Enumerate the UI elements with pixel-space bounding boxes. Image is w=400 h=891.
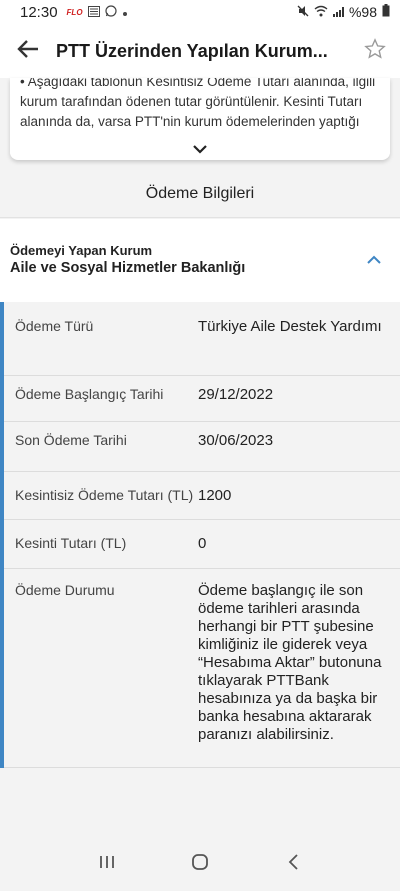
star-outline-icon xyxy=(364,37,386,65)
detail-row-kesinti-tutari: Kesinti Tutarı (TL) 0 xyxy=(4,520,400,569)
detail-row-odeme-turu: Ödeme Türü Türkiye Aile Destek Yardımı xyxy=(4,302,400,376)
arrow-left-icon xyxy=(17,39,39,63)
detail-row-son-odeme-tarihi: Son Ödeme Tarihi 30/06/2023 xyxy=(4,422,400,472)
detail-label: Kesinti Tutarı (TL) xyxy=(15,535,127,551)
back-button[interactable] xyxy=(0,24,56,78)
news-icon xyxy=(87,4,100,20)
dot-icon xyxy=(122,4,128,20)
favorite-button[interactable] xyxy=(362,37,388,65)
system-back-button[interactable] xyxy=(278,850,308,880)
payer-value: Aile ve Sosyal Hizmetler Bakanlığı xyxy=(10,260,246,276)
whatsapp-icon xyxy=(104,4,117,20)
payer-panel[interactable]: Ödemeyi Yapan Kurum Aile ve Sosyal Hizme… xyxy=(0,219,400,302)
flo-app-icon: FLO xyxy=(66,7,83,17)
signal-icon xyxy=(332,7,344,17)
detail-row-odeme-durumu: Ödeme Durumu Ödeme başlangıç ile son öde… xyxy=(4,569,400,768)
detail-row-baslangic-tarihi: Ödeme Başlangıç Tarihi 29/12/2022 xyxy=(4,376,400,422)
battery-text: %98 xyxy=(348,4,377,20)
battery-icon xyxy=(382,4,390,20)
detail-value: Ödeme başlangıç ile son ödeme tarihleri … xyxy=(198,582,382,743)
wifi-icon xyxy=(314,5,328,20)
detail-value: Türkiye Aile Destek Yardımı xyxy=(198,318,382,335)
expand-info-button[interactable] xyxy=(10,142,390,158)
home-button[interactable] xyxy=(185,850,215,880)
payer-label: Ödemeyi Yapan Kurum xyxy=(10,243,153,258)
chevron-up-icon xyxy=(367,251,381,269)
detail-value: 29/12/2022 xyxy=(198,386,274,403)
detail-label: Ödeme Durumu xyxy=(15,582,115,598)
detail-label: Kesintisiz Ödeme Tutarı (TL) xyxy=(15,487,194,503)
status-time: 12:30 xyxy=(20,3,58,21)
detail-row-kesintisiz-tutar: Kesintisiz Ödeme Tutarı (TL) 1200 xyxy=(4,472,400,520)
status-bar: 12:30 FLO %98 xyxy=(0,0,400,24)
system-nav-bar xyxy=(0,838,400,891)
detail-value: 30/06/2023 xyxy=(198,432,274,449)
detail-label: Ödeme Başlangıç Tarihi xyxy=(15,386,164,402)
detail-value: 1200 xyxy=(198,487,232,504)
detail-value: 0 xyxy=(198,535,207,552)
recent-apps-icon xyxy=(99,854,115,875)
info-text: • Aşağıdaki tablonun Kesintisiz Ödeme Tu… xyxy=(20,78,376,136)
info-card: • Aşağıdaki tablonun Kesintisiz Ödeme Tu… xyxy=(10,78,390,160)
back-icon xyxy=(287,853,299,876)
section-title: Ödeme Bilgileri xyxy=(0,170,400,218)
home-icon xyxy=(191,853,209,876)
page-title: PTT Üzerinden Yapılan Kurum... xyxy=(56,40,328,61)
detail-label: Ödeme Türü xyxy=(15,318,94,334)
payment-details: Ödeme Türü Türkiye Aile Destek Yardımı Ö… xyxy=(0,302,400,768)
chevron-down-icon xyxy=(193,141,207,159)
app-header: PTT Üzerinden Yapılan Kurum... xyxy=(0,24,400,78)
collapse-payer-button[interactable] xyxy=(364,250,384,270)
detail-label: Son Ödeme Tarihi xyxy=(15,432,127,448)
recent-apps-button[interactable] xyxy=(92,850,122,880)
mute-icon xyxy=(297,5,309,20)
